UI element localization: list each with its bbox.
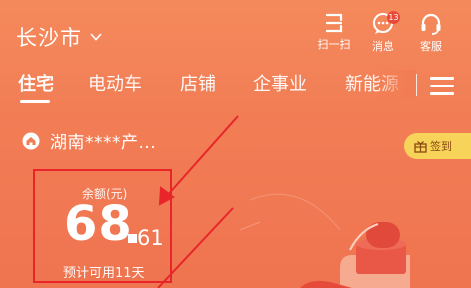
app-screen: 长沙市 扫一扫 13 消息 客服 住宅 电动车 店铺 企事业 新能源 湖南***… bbox=[0, 0, 471, 288]
annotation-highlight-box bbox=[33, 169, 172, 283]
illustration bbox=[239, 193, 410, 288]
